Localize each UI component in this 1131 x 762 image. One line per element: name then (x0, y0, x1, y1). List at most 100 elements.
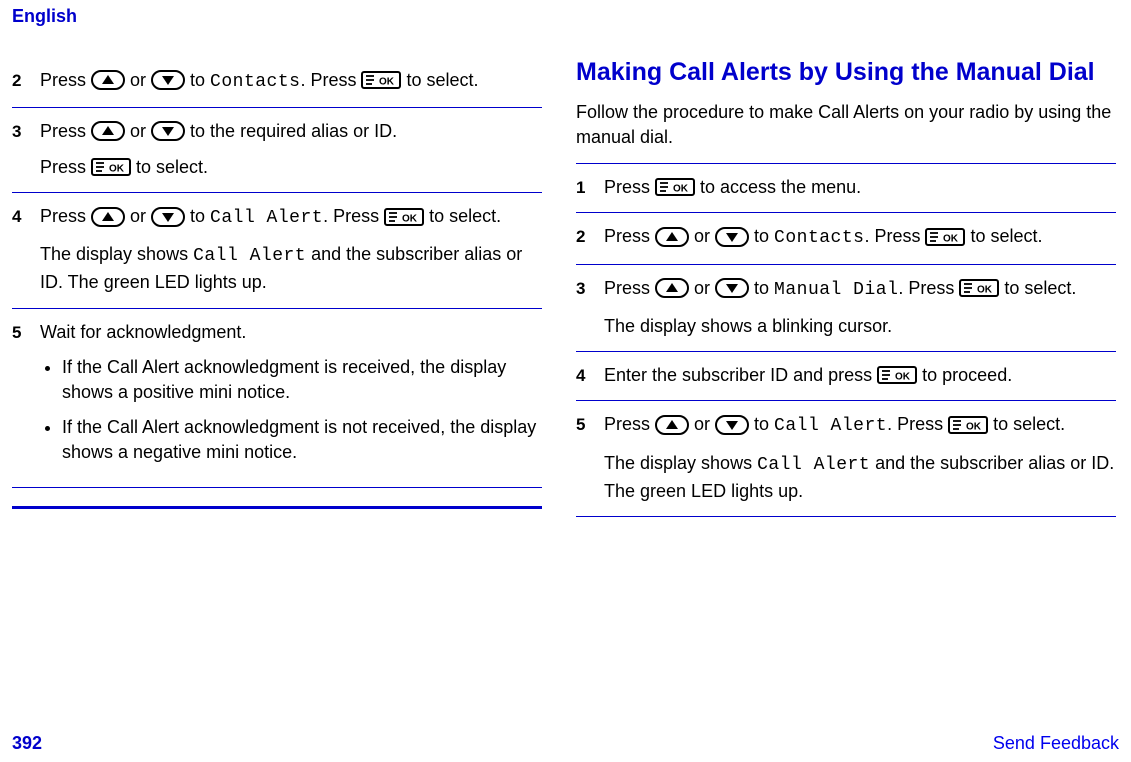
step-number: 5 (12, 319, 40, 476)
step-body: Press or to Call Alert. Press OK to sele… (604, 411, 1116, 503)
menu-ok-button-icon: OK (384, 208, 424, 226)
step-text: Enter the subscriber ID and press (604, 365, 877, 385)
svg-text:OK: OK (943, 233, 959, 244)
step-text: Press (604, 226, 655, 246)
svg-text:OK: OK (966, 421, 982, 432)
step-text: Press (604, 278, 655, 298)
step-text: . Press (898, 278, 959, 298)
step-number: 3 (576, 275, 604, 339)
procedure-step: 1Press OK to access the menu. (576, 164, 1116, 214)
step-text: to select. (424, 206, 501, 226)
step-text: The display shows (40, 244, 193, 264)
step-body: Press or to the required alias or ID.Pre… (40, 118, 542, 180)
menu-ok-button-icon: OK (91, 158, 131, 176)
procedure-step: 4Enter the subscriber ID and press OK to… (576, 352, 1116, 402)
procedure-step: 5Wait for acknowledgment. If the Call Ale… (12, 309, 542, 489)
procedure-step: 3Press or to the required alias or ID.Pr… (12, 108, 542, 193)
step-text: Press (604, 177, 655, 197)
procedure-step: 3Press or to Manual Dial. Press OK to se… (576, 265, 1116, 352)
step-body: Enter the subscriber ID and press OK to … (604, 362, 1116, 389)
down-arrow-button-icon (151, 70, 185, 90)
send-feedback-link[interactable]: Send Feedback (993, 733, 1119, 754)
step-number: 4 (12, 203, 40, 295)
step-text: to select. (131, 157, 208, 177)
step-line: Press OK to select. (40, 154, 542, 180)
step-text: Press (40, 70, 91, 90)
step-text: to select. (999, 278, 1076, 298)
step-text: to proceed. (917, 365, 1012, 385)
step-text: . Press (300, 70, 361, 90)
down-arrow-button-icon (151, 207, 185, 227)
procedure-step: 2Press or to Contacts. Press OK to selec… (576, 213, 1116, 264)
step-body: Press or to Call Alert. Press OK to sele… (40, 203, 542, 295)
step-text: The display shows (604, 453, 757, 473)
page-number: 392 (12, 733, 42, 754)
step-bullet: If the Call Alert acknowledgment is rece… (62, 355, 542, 405)
step-line: The display shows a blinking cursor. (604, 313, 1116, 339)
step-text: or (125, 121, 151, 141)
step-text: or (689, 226, 715, 246)
step-text: to access the menu. (695, 177, 861, 197)
step-line: Press OK to access the menu. (604, 174, 1116, 200)
up-arrow-button-icon (655, 227, 689, 247)
menu-ok-button-icon: OK (877, 366, 917, 384)
down-arrow-button-icon (715, 415, 749, 435)
up-arrow-button-icon (655, 415, 689, 435)
step-line: Enter the subscriber ID and press OK to … (604, 362, 1116, 388)
step-text: to (185, 70, 210, 90)
menu-item-text: Call Alert (757, 455, 870, 475)
step-number: 5 (576, 411, 604, 503)
menu-ok-button-icon: OK (655, 178, 695, 196)
step-body: Press or to Contacts. Press OK to select… (40, 67, 542, 95)
step-body: Wait for acknowledgment. If the Call Aler… (40, 319, 542, 476)
section-intro: Follow the procedure to make Call Alerts… (576, 100, 1116, 149)
step-text: to (185, 206, 210, 226)
step-text: to select. (965, 226, 1042, 246)
procedure-step: 5Press or to Call Alert. Press OK to sel… (576, 401, 1116, 516)
procedure-step: 2Press or to Contacts. Press OK to selec… (12, 57, 542, 108)
step-text: . Press (887, 414, 948, 434)
svg-text:OK: OK (977, 284, 993, 295)
step-text: to (749, 414, 774, 434)
menu-ok-button-icon: OK (948, 416, 988, 434)
menu-item-text: Call Alert (210, 208, 323, 228)
menu-item-text: Call Alert (774, 416, 887, 436)
down-arrow-button-icon (715, 278, 749, 298)
menu-item-text: Contacts (774, 228, 864, 248)
right-column: Making Call Alerts by Using the Manual D… (576, 57, 1116, 517)
down-arrow-button-icon (151, 121, 185, 141)
language-header: English (12, 0, 1119, 27)
down-arrow-button-icon (715, 227, 749, 247)
step-line: Press or to Contacts. Press OK to select… (40, 67, 542, 95)
step-body: Press OK to access the menu. (604, 174, 1116, 201)
section-end-rule (12, 506, 542, 509)
content-columns: 2Press or to Contacts. Press OK to selec… (12, 57, 1119, 517)
step-text: or (689, 414, 715, 434)
step-line: The display shows Call Alert and the sub… (40, 241, 542, 295)
step-text: or (125, 206, 151, 226)
step-text: to the required alias or ID. (185, 121, 397, 141)
svg-text:OK: OK (895, 372, 911, 383)
menu-item-text: Contacts (210, 72, 300, 92)
step-number: 4 (576, 362, 604, 389)
step-line: Press or to Call Alert. Press OK to sele… (604, 411, 1116, 439)
step-line: Press or to Call Alert. Press OK to sele… (40, 203, 542, 231)
step-line: Press or to Contacts. Press OK to select… (604, 223, 1116, 251)
step-body: Press or to Contacts. Press OK to select… (604, 223, 1116, 251)
up-arrow-button-icon (91, 70, 125, 90)
step-line: The display shows Call Alert and the sub… (604, 450, 1116, 504)
menu-ok-button-icon: OK (925, 228, 965, 246)
step-text: to (749, 278, 774, 298)
manual-page: English 2Press or to Contacts. Press OK … (0, 0, 1131, 762)
right-steps: 1Press OK to access the menu.2Press or t… (576, 163, 1116, 517)
step-line: Press or to Manual Dial. Press OK to sel… (604, 275, 1116, 303)
menu-item-text: Manual Dial (774, 280, 898, 300)
step-text: Wait for acknowledgment. (40, 319, 542, 345)
step-bullet: If the Call Alert acknowledgment is not … (62, 415, 542, 465)
section-heading: Making Call Alerts by Using the Manual D… (576, 57, 1116, 88)
step-text: or (689, 278, 715, 298)
step-text: or (125, 70, 151, 90)
step-text: . Press (864, 226, 925, 246)
step-text: Press (40, 206, 91, 226)
svg-text:OK: OK (379, 77, 395, 88)
